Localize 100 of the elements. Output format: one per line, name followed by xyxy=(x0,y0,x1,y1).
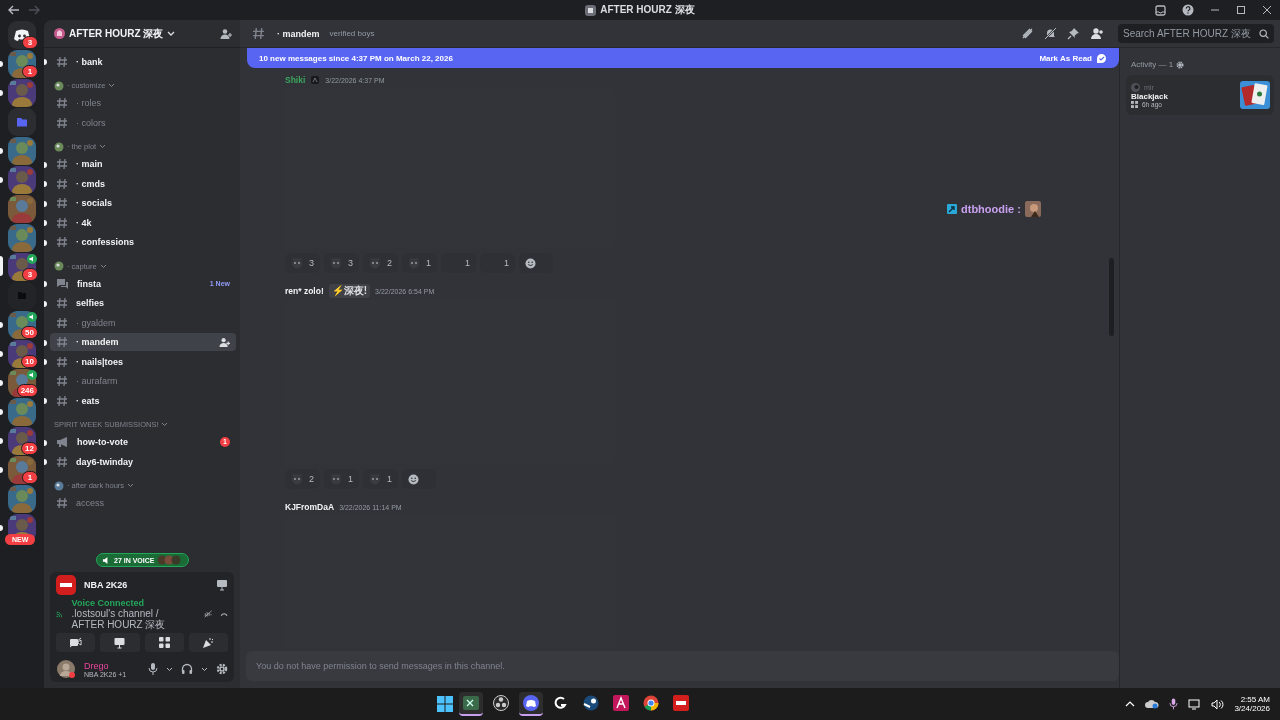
folder-icon[interactable] xyxy=(8,107,36,136)
steam-icon xyxy=(582,695,599,711)
screen-share-icon xyxy=(113,636,127,649)
g-logo-icon xyxy=(553,696,568,710)
pin-icon[interactable] xyxy=(1067,27,1080,40)
reaction-button[interactable]: 1 xyxy=(402,253,438,273)
channel-item[interactable]: access xyxy=(50,494,236,513)
threads-icon[interactable] xyxy=(1021,27,1034,40)
reaction-button[interactable]: 3 xyxy=(285,253,320,273)
clock-time[interactable]: 2:55 AM xyxy=(1240,695,1270,704)
bell-off-icon[interactable] xyxy=(1044,27,1057,40)
channel-item[interactable]: · gyaldem xyxy=(50,313,236,332)
channel-topic[interactable]: verified boys xyxy=(329,29,375,38)
channel-item[interactable]: selfies xyxy=(50,294,236,313)
activity-title: Blackjack xyxy=(1131,91,1168,101)
message-author[interactable]: ren* zolo! xyxy=(285,286,324,296)
microphone-icon[interactable] xyxy=(1169,698,1179,710)
game-icon xyxy=(672,695,689,711)
camera-off-icon xyxy=(69,637,83,648)
add-member-icon[interactable] xyxy=(220,27,232,40)
members-icon[interactable] xyxy=(1090,27,1104,40)
reaction-button[interactable]: 1 xyxy=(441,253,477,273)
discord-icon xyxy=(522,695,539,711)
emoji-icon xyxy=(369,473,382,485)
channel-item[interactable]: · colors xyxy=(50,113,236,132)
hashtag-icon xyxy=(56,394,68,407)
soundboard-button[interactable] xyxy=(188,633,228,652)
headphones-icon[interactable] xyxy=(181,663,193,675)
voice-status: Voice Connected xyxy=(71,598,145,608)
chevron-up-icon[interactable] xyxy=(1125,701,1136,707)
emoji-icon xyxy=(291,257,303,269)
windows-start-icon[interactable] xyxy=(436,696,453,712)
new-messages-banner[interactable]: 10 new messages since 4:37 PM on March 22, 2026 Mark As Read xyxy=(247,48,1119,68)
channel-item[interactable]: · cmds xyxy=(50,174,236,193)
settings-icon[interactable] xyxy=(216,663,228,675)
emoji-icon xyxy=(330,257,342,269)
emoji-icon xyxy=(291,473,303,485)
overlay-username: dtbhoodie : xyxy=(961,203,1021,215)
hashtag-icon xyxy=(56,116,68,129)
channel-item[interactable]: · bank xyxy=(50,52,236,71)
help-icon[interactable] xyxy=(1182,4,1194,16)
cloud-icon[interactable] xyxy=(1145,699,1160,709)
server-icon xyxy=(585,4,597,16)
screen-share-icon[interactable] xyxy=(216,579,228,591)
activity-heading: Activity — 1 xyxy=(1131,60,1174,69)
hashtag-icon xyxy=(56,355,68,368)
activities-icon xyxy=(158,637,170,648)
channel-item[interactable]: · confessions xyxy=(50,233,236,252)
taskbar-app[interactable] xyxy=(518,692,543,716)
microphone-icon[interactable] xyxy=(148,663,158,675)
speaker-icon[interactable] xyxy=(1211,698,1225,710)
channel-item[interactable]: · aurafarm xyxy=(50,372,236,391)
voice-channel-link[interactable]: .lostsoul's channel / AFTER HOURZ 深夜 xyxy=(71,608,188,630)
reaction-button[interactable]: 3 xyxy=(324,253,360,273)
server-name[interactable]: AFTER HOURZ 深夜 xyxy=(69,26,164,41)
activities-button[interactable] xyxy=(144,633,184,652)
close-icon[interactable] xyxy=(1262,5,1272,15)
party-horn-icon xyxy=(202,636,215,649)
channel-item[interactable]: · socials xyxy=(50,194,236,213)
search-field[interactable]: Search AFTER HOURZ 深夜 xyxy=(1123,28,1259,39)
reaction-button[interactable]: 1 xyxy=(480,253,516,273)
reaction-button[interactable]: 1 xyxy=(363,469,399,489)
disconnect-icon[interactable] xyxy=(219,610,228,618)
hashtag-icon xyxy=(56,375,68,388)
camera-off-button[interactable] xyxy=(56,633,96,652)
channel-item[interactable]: · main xyxy=(50,155,236,174)
taskbar-app[interactable] xyxy=(458,692,483,716)
clock-date[interactable]: 3/24/2026 xyxy=(1234,704,1270,713)
reaction-button[interactable]: 1 xyxy=(324,469,360,489)
channel-item[interactable]: · roles xyxy=(50,94,236,113)
back-arrow-icon[interactable] xyxy=(8,5,20,15)
channel-item[interactable]: · nails|toes xyxy=(50,352,236,371)
server-tag[interactable]: ⚡深夜! xyxy=(328,284,371,298)
mark-as-read-link[interactable]: Mark As Read xyxy=(1039,53,1092,63)
new-messages-text: 10 new messages since 4:37 PM on March 22, 2026 xyxy=(259,53,453,63)
reaction-button[interactable]: 2 xyxy=(363,253,399,273)
add-member-icon[interactable] xyxy=(219,336,230,348)
reaction-button[interactable]: 2 xyxy=(285,469,320,489)
search-bar[interactable]: Search AFTER HOURZ 深夜 xyxy=(1118,24,1274,43)
chevron-down-icon[interactable] xyxy=(166,666,173,672)
network-icon[interactable] xyxy=(1188,698,1202,710)
channel-item[interactable]: · mandem xyxy=(50,333,236,352)
chevron-down-icon[interactable] xyxy=(201,666,208,672)
message-author[interactable]: Shiki xyxy=(285,75,306,85)
user-avatar[interactable] xyxy=(56,659,76,679)
screen-share-button[interactable] xyxy=(100,633,140,652)
settings-icon[interactable] xyxy=(1176,60,1185,69)
pen-app-icon xyxy=(612,695,629,711)
channel-item[interactable]: · eats xyxy=(50,391,236,410)
mark-read-icon[interactable] xyxy=(1096,52,1107,64)
noise-suppression-icon[interactable] xyxy=(203,608,212,620)
message-author[interactable]: KJFromDaA xyxy=(285,502,335,512)
emoji-icon xyxy=(408,257,421,269)
channel-item[interactable]: · 4k xyxy=(50,213,236,232)
hashtag-icon xyxy=(56,55,68,68)
hashtag-icon xyxy=(56,316,68,329)
activities-icon xyxy=(1131,100,1138,108)
maximize-icon[interactable] xyxy=(1236,5,1246,15)
inbox-icon[interactable] xyxy=(1155,4,1166,16)
channel-item[interactable]: day6-twinday xyxy=(50,452,236,471)
